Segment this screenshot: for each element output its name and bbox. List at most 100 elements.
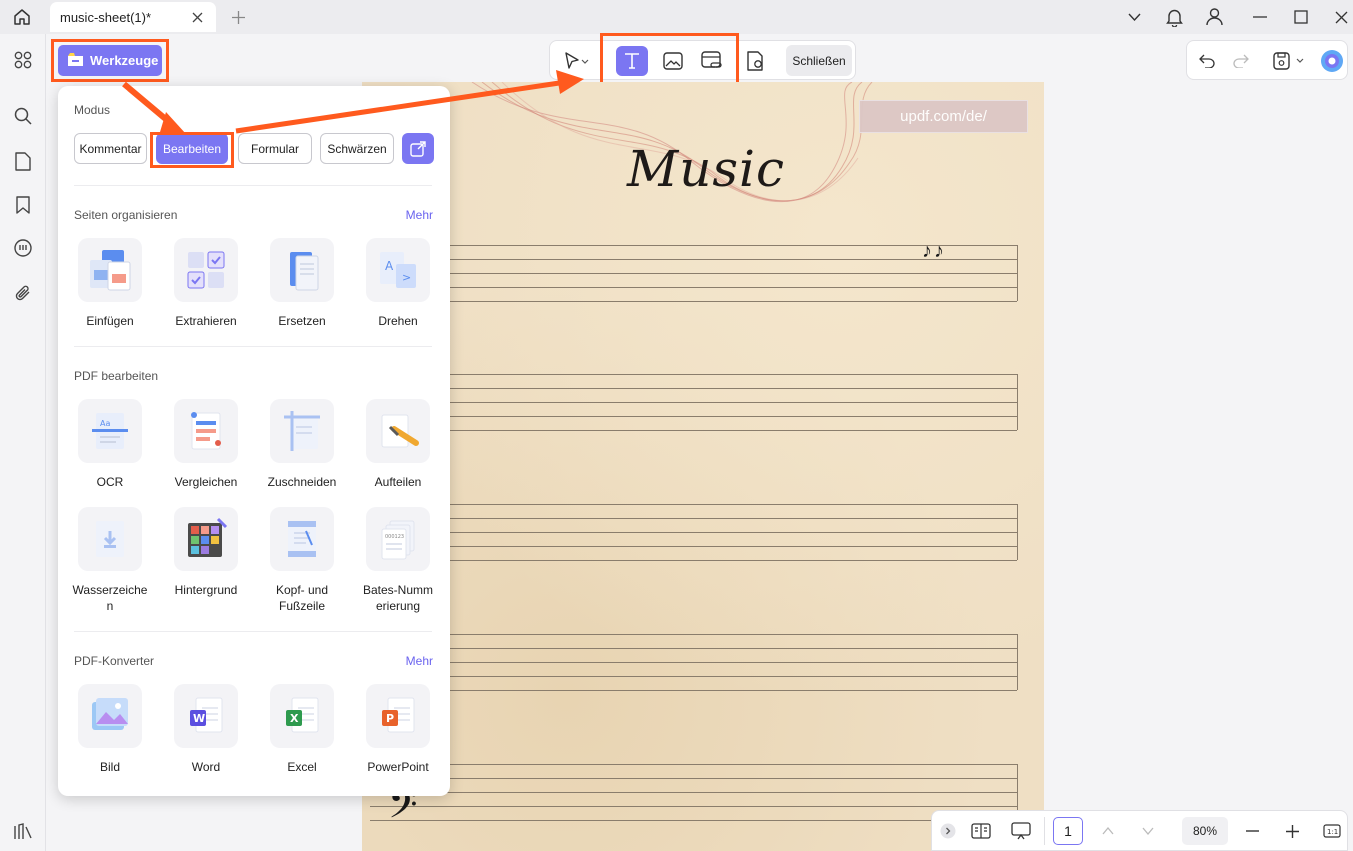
tool-kopf-fusszeile[interactable]: Kopf- und Fußzeile bbox=[262, 507, 342, 614]
mode-title: Modus bbox=[74, 103, 111, 117]
tool-hintergrund[interactable]: Hintergrund bbox=[166, 507, 246, 598]
close-icon[interactable] bbox=[188, 8, 206, 26]
tool-word[interactable]: W Word bbox=[166, 684, 246, 775]
tool-label: Kopf- und Fußzeile bbox=[275, 583, 329, 613]
chevron-up-icon[interactable] bbox=[1098, 817, 1118, 845]
bell-icon[interactable] bbox=[1161, 5, 1187, 29]
user-icon[interactable] bbox=[1201, 5, 1227, 29]
layers-icon[interactable] bbox=[9, 817, 37, 845]
svg-text:>: > bbox=[402, 271, 411, 284]
document-tab[interactable]: music-sheet(1)* bbox=[50, 2, 216, 32]
watermark-url: updf.com/de/ bbox=[859, 100, 1028, 133]
maximize-icon[interactable] bbox=[1288, 5, 1314, 29]
tool-label: Bates-Numm erierung bbox=[362, 583, 433, 613]
rotate-pages-icon: A > bbox=[366, 238, 430, 302]
external-link-icon[interactable] bbox=[402, 133, 434, 164]
tool-label: Excel bbox=[287, 760, 317, 774]
tool-aufteilen[interactable]: Aufteilen bbox=[358, 399, 438, 490]
zoom-out-icon[interactable] bbox=[1242, 817, 1262, 845]
crop-icon bbox=[270, 399, 334, 463]
split-icon bbox=[366, 399, 430, 463]
bookmark-icon[interactable] bbox=[9, 191, 37, 219]
reading-mode-icon[interactable] bbox=[968, 817, 994, 845]
chevron-down-icon[interactable] bbox=[1121, 5, 1147, 29]
minimize-icon[interactable] bbox=[1247, 5, 1273, 29]
tool-label: Extrahieren bbox=[175, 314, 237, 328]
tool-vergleichen[interactable]: Vergleichen bbox=[166, 399, 246, 490]
tool-excel[interactable]: X Excel bbox=[262, 684, 342, 775]
home-icon[interactable] bbox=[8, 4, 36, 30]
watermark-icon bbox=[78, 507, 142, 571]
more-link-organize[interactable]: Mehr bbox=[406, 208, 433, 222]
document-page[interactable]: updf.com/de/ Music ♪♪ 𝄢 bbox=[362, 82, 1044, 851]
pages-icon[interactable] bbox=[9, 147, 37, 175]
more-link-convert[interactable]: Mehr bbox=[406, 654, 433, 668]
undo-icon[interactable] bbox=[1193, 47, 1221, 75]
mode-button-formular[interactable]: Formular bbox=[238, 133, 312, 164]
tool-bild[interactable]: Bild bbox=[70, 684, 150, 775]
bates-numbering-icon: 000123 bbox=[366, 507, 430, 571]
fit-page-icon[interactable]: 1:1 bbox=[1322, 817, 1342, 845]
search-icon[interactable] bbox=[9, 102, 37, 130]
tool-einfuegen[interactable]: Einfügen bbox=[70, 238, 150, 329]
stamp-icon[interactable] bbox=[740, 46, 772, 76]
tool-bates-nummerierung[interactable]: 000123 Bates-Numm erierung bbox=[358, 507, 438, 614]
svg-text:X: X bbox=[290, 712, 299, 725]
werkzeuge-button[interactable]: Werkzeuge bbox=[58, 45, 162, 76]
music-title: Music bbox=[627, 140, 786, 198]
insert-pages-icon bbox=[78, 238, 142, 302]
tool-ersetzen[interactable]: Ersetzen bbox=[262, 238, 342, 329]
tool-label: Einfügen bbox=[86, 314, 134, 328]
tool-label: Hintergrund bbox=[174, 583, 238, 597]
replace-pages-icon bbox=[270, 238, 334, 302]
mode-button-kommentar[interactable]: Kommentar bbox=[74, 133, 147, 164]
tool-zuschneiden[interactable]: Zuschneiden bbox=[262, 399, 342, 490]
staff bbox=[370, 504, 1018, 561]
svg-text:P: P bbox=[386, 712, 394, 725]
cursor-icon[interactable] bbox=[556, 46, 596, 76]
svg-text:Aa: Aa bbox=[100, 419, 110, 428]
staff bbox=[370, 634, 1018, 691]
tool-wasserzeichen[interactable]: Wasserzeiche n bbox=[70, 507, 150, 614]
zoom-in-icon[interactable] bbox=[1282, 817, 1302, 845]
section-title-organize: Seiten organisieren bbox=[74, 208, 178, 222]
right-toolbar bbox=[1186, 40, 1348, 80]
page-number-input[interactable]: 1 bbox=[1053, 817, 1083, 845]
chevron-down-icon[interactable] bbox=[1138, 817, 1158, 845]
svg-text:000123: 000123 bbox=[385, 534, 404, 540]
redo-icon[interactable] bbox=[1227, 47, 1255, 75]
tool-label: Word bbox=[191, 760, 221, 774]
tool-label: OCR bbox=[96, 475, 124, 489]
presentation-icon[interactable] bbox=[1008, 817, 1034, 845]
save-icon[interactable] bbox=[1269, 47, 1311, 75]
title-bar: music-sheet(1)* bbox=[0, 0, 1353, 34]
tool-label: PowerPoint bbox=[367, 760, 429, 774]
chevron-right-icon[interactable] bbox=[940, 817, 956, 845]
close-edit-button[interactable]: Schließen bbox=[786, 45, 852, 76]
tool-label: Drehen bbox=[378, 314, 418, 328]
plus-icon[interactable] bbox=[228, 7, 248, 27]
staff bbox=[370, 764, 1018, 821]
tool-drehen[interactable]: A > Drehen bbox=[358, 238, 438, 329]
tool-ocr[interactable]: Aa OCR bbox=[70, 399, 150, 490]
bottom-bar: 1 80% 1:1 bbox=[931, 810, 1348, 851]
grid-icon[interactable] bbox=[9, 46, 37, 74]
svg-text:A: A bbox=[385, 259, 394, 273]
svg-text:1:1: 1:1 bbox=[1327, 828, 1338, 836]
highlight-frame-edit-tools bbox=[600, 33, 739, 86]
powerpoint-convert-icon: P bbox=[366, 684, 430, 748]
mode-button-schwaerzen[interactable]: Schwärzen bbox=[320, 133, 394, 164]
left-sidebar bbox=[0, 34, 46, 851]
tool-label: Bild bbox=[99, 760, 120, 774]
ai-assistant-icon[interactable] bbox=[1318, 47, 1346, 75]
close-window-icon[interactable] bbox=[1328, 5, 1353, 29]
zoom-level[interactable]: 80% bbox=[1182, 817, 1228, 845]
excel-convert-icon: X bbox=[270, 684, 334, 748]
attachment-icon[interactable] bbox=[9, 279, 37, 307]
ocr-icon: Aa bbox=[78, 399, 142, 463]
tool-extrahieren[interactable]: Extrahieren bbox=[166, 238, 246, 329]
tools-panel: Modus Kommentar Bearbeiten Formular Schw… bbox=[58, 86, 450, 796]
tool-label: Aufteilen bbox=[374, 475, 422, 489]
tool-powerpoint[interactable]: P PowerPoint bbox=[358, 684, 438, 775]
comment-icon[interactable] bbox=[9, 234, 37, 262]
